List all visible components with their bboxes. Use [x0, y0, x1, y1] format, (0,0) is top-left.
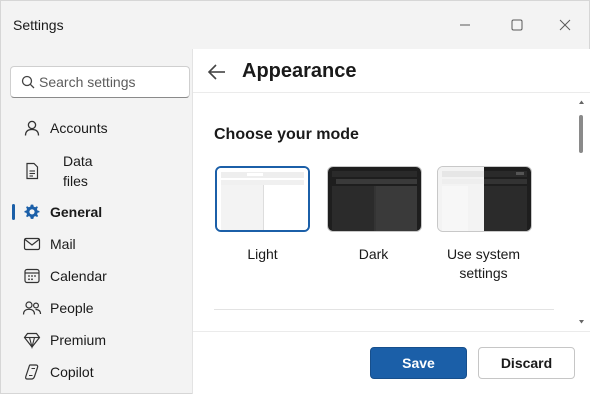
document-icon — [22, 161, 42, 181]
sidebar-item-premium[interactable]: Premium — [1, 329, 192, 351]
close-icon — [559, 19, 571, 31]
scroll-up-icon[interactable] — [579, 100, 584, 105]
window-title: Settings — [13, 17, 64, 33]
sidebar-item-mail[interactable]: Mail — [1, 233, 192, 255]
back-button[interactable] — [206, 61, 228, 83]
system-mode-preview — [438, 167, 531, 231]
sidebar-item-people[interactable]: People — [1, 297, 192, 319]
sidebar-item-accounts[interactable]: Accounts — [1, 117, 192, 139]
sidebar-item-calendar[interactable]: Calendar — [1, 265, 192, 287]
mode-card-system[interactable] — [437, 166, 532, 232]
scrollbar-thumb[interactable] — [579, 115, 583, 153]
people-icon — [22, 298, 42, 318]
sidebar-item-label: Data files — [63, 151, 93, 191]
discard-button[interactable]: Discard — [478, 347, 575, 379]
sidebar-item-label-line2: files — [63, 173, 88, 189]
copilot-icon — [22, 362, 42, 382]
scroll-down-icon[interactable] — [579, 319, 584, 324]
mode-label-system: Use system settings — [427, 245, 540, 283]
light-mode-preview — [217, 168, 308, 230]
sidebar: Accounts Data files General — [1, 49, 192, 394]
minimize-icon — [460, 24, 470, 26]
title-bar: Settings — [1, 1, 589, 49]
panel-header: Appearance — [193, 49, 590, 93]
maximize-button[interactable] — [499, 11, 535, 39]
divider — [214, 309, 554, 310]
sidebar-item-general[interactable]: General — [1, 201, 192, 223]
sidebar-item-label: Calendar — [50, 268, 107, 284]
mode-label-dark: Dark — [358, 246, 389, 262]
sidebar-item-label-line1: Data — [63, 153, 93, 169]
search-icon — [21, 75, 35, 89]
mode-card-dark[interactable] — [327, 166, 422, 232]
sidebar-item-label: Premium — [50, 332, 107, 348]
search-input[interactable] — [39, 72, 187, 92]
content-panel: Appearance Choose your mode Light Dark U… — [192, 49, 590, 394]
sidebar-item-label: People — [50, 300, 94, 316]
sidebar-item-label: Accounts — [50, 120, 108, 136]
dark-mode-preview — [328, 167, 421, 231]
calendar-icon — [22, 266, 42, 286]
search-box[interactable] — [10, 66, 190, 98]
sidebar-item-label: Copilot — [50, 364, 94, 380]
settings-window: Settings Accounts — [0, 0, 590, 394]
save-button[interactable]: Save — [370, 347, 467, 379]
mode-label-system-line1: Use system — [446, 246, 521, 262]
sidebar-item-data-files[interactable]: Data files — [1, 151, 192, 191]
section-title: Choose your mode — [214, 126, 359, 143]
person-icon — [22, 118, 42, 138]
sidebar-item-copilot[interactable]: Copilot — [1, 361, 192, 383]
mode-card-light[interactable] — [215, 166, 310, 232]
sidebar-item-label: General — [50, 204, 103, 220]
mail-icon — [22, 234, 42, 254]
minimize-button[interactable] — [447, 11, 483, 39]
mode-label-system-line2: settings — [459, 265, 508, 281]
back-arrow-icon — [207, 64, 225, 80]
sidebar-item-label: Mail — [50, 236, 76, 252]
close-button[interactable] — [547, 11, 583, 39]
mode-label-light: Light — [247, 246, 278, 262]
page-title: Appearance — [242, 60, 357, 82]
footer: Save Discard — [193, 331, 590, 394]
gear-icon — [22, 202, 42, 222]
maximize-icon — [511, 19, 523, 31]
diamond-icon — [22, 330, 42, 350]
